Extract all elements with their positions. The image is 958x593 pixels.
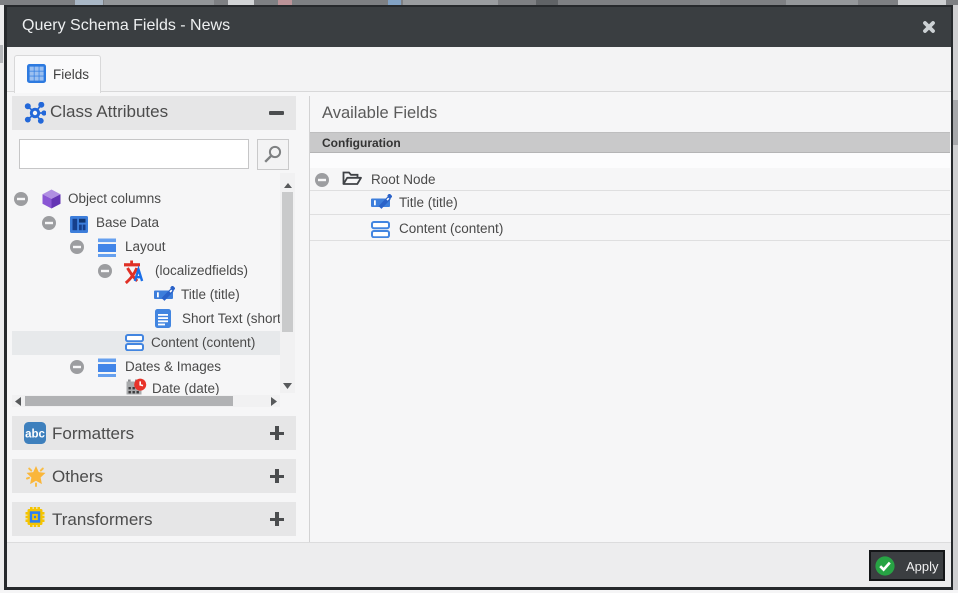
svg-text:abc: abc: [25, 429, 45, 441]
